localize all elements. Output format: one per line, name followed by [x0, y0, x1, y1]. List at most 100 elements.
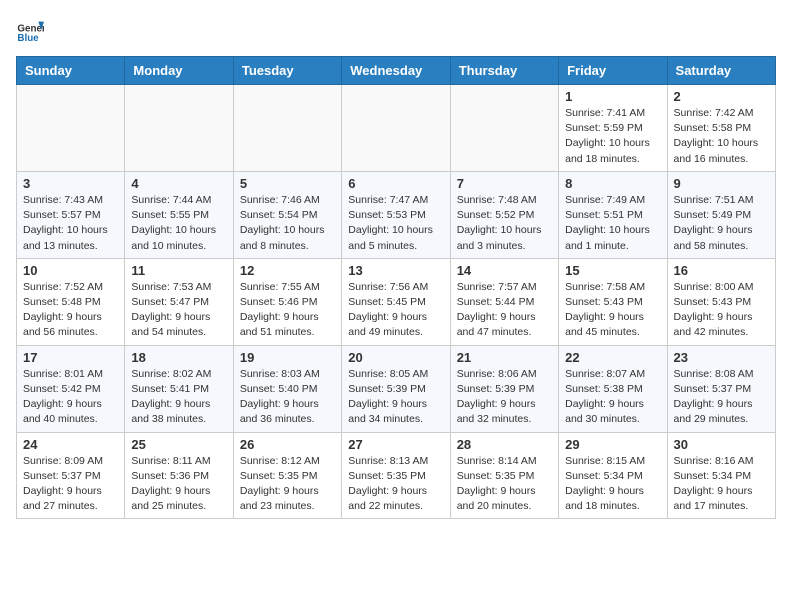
day-info: Sunrise: 8:16 AM Sunset: 5:34 PM Dayligh…	[674, 454, 769, 515]
calendar-week-2: 3 Sunrise: 7:43 AM Sunset: 5:57 PM Daylig…	[17, 171, 776, 258]
calendar-day: 10 Sunrise: 7:52 AM Sunset: 5:48 PM Dayli…	[17, 258, 125, 345]
calendar-day: 3 Sunrise: 7:43 AM Sunset: 5:57 PM Daylig…	[17, 171, 125, 258]
calendar-day: 12 Sunrise: 7:55 AM Sunset: 5:46 PM Dayli…	[233, 258, 341, 345]
calendar-day	[233, 85, 341, 172]
day-number: 25	[131, 437, 226, 452]
day-number: 20	[348, 350, 443, 365]
day-info: Sunrise: 7:52 AM Sunset: 5:48 PM Dayligh…	[23, 280, 118, 341]
day-info: Sunrise: 8:15 AM Sunset: 5:34 PM Dayligh…	[565, 454, 660, 515]
day-header-saturday: Saturday	[667, 57, 775, 85]
calendar-day: 29 Sunrise: 8:15 AM Sunset: 5:34 PM Dayli…	[559, 432, 667, 519]
day-number: 28	[457, 437, 552, 452]
day-number: 26	[240, 437, 335, 452]
logo: General Blue	[16, 16, 48, 44]
day-info: Sunrise: 7:43 AM Sunset: 5:57 PM Dayligh…	[23, 193, 118, 254]
calendar-week-5: 24 Sunrise: 8:09 AM Sunset: 5:37 PM Dayli…	[17, 432, 776, 519]
calendar-day: 14 Sunrise: 7:57 AM Sunset: 5:44 PM Dayli…	[450, 258, 558, 345]
calendar-week-3: 10 Sunrise: 7:52 AM Sunset: 5:48 PM Dayli…	[17, 258, 776, 345]
calendar-day: 19Sunrise: 8:03 AM Sunset: 5:40 PM Dayli…	[233, 345, 341, 432]
day-info: Sunrise: 7:44 AM Sunset: 5:55 PM Dayligh…	[131, 193, 226, 254]
day-info: Sunrise: 7:49 AM Sunset: 5:51 PM Dayligh…	[565, 193, 660, 254]
day-header-friday: Friday	[559, 57, 667, 85]
day-info: Sunrise: 7:41 AM Sunset: 5:59 PM Dayligh…	[565, 106, 660, 167]
day-number: 16	[674, 263, 769, 278]
day-info: Sunrise: 8:01 AM Sunset: 5:42 PM Dayligh…	[23, 367, 118, 428]
day-number: 8	[565, 176, 660, 191]
calendar-day: 7Sunrise: 7:48 AM Sunset: 5:52 PM Daylig…	[450, 171, 558, 258]
day-info: Sunrise: 8:08 AM Sunset: 5:37 PM Dayligh…	[674, 367, 769, 428]
day-header-wednesday: Wednesday	[342, 57, 450, 85]
day-info: Sunrise: 8:07 AM Sunset: 5:38 PM Dayligh…	[565, 367, 660, 428]
day-info: Sunrise: 7:53 AM Sunset: 5:47 PM Dayligh…	[131, 280, 226, 341]
day-header-tuesday: Tuesday	[233, 57, 341, 85]
day-info: Sunrise: 8:00 AM Sunset: 5:43 PM Dayligh…	[674, 280, 769, 341]
calendar-day: 1 Sunrise: 7:41 AM Sunset: 5:59 PM Daylig…	[559, 85, 667, 172]
day-number: 2	[674, 89, 769, 104]
day-header-thursday: Thursday	[450, 57, 558, 85]
day-info: Sunrise: 7:42 AM Sunset: 5:58 PM Dayligh…	[674, 106, 769, 167]
calendar-day: 11 Sunrise: 7:53 AM Sunset: 5:47 PM Dayli…	[125, 258, 233, 345]
calendar-day: 4 Sunrise: 7:44 AM Sunset: 5:55 PM Daylig…	[125, 171, 233, 258]
calendar-day: 27Sunrise: 8:13 AM Sunset: 5:35 PM Dayli…	[342, 432, 450, 519]
day-number: 12	[240, 263, 335, 278]
day-header-sunday: Sunday	[17, 57, 125, 85]
calendar-day: 28 Sunrise: 8:14 AM Sunset: 5:35 PM Dayli…	[450, 432, 558, 519]
calendar-day	[125, 85, 233, 172]
calendar-day: 25 Sunrise: 8:11 AM Sunset: 5:36 PM Dayli…	[125, 432, 233, 519]
day-info: Sunrise: 8:11 AM Sunset: 5:36 PM Dayligh…	[131, 454, 226, 515]
day-info: Sunrise: 8:05 AM Sunset: 5:39 PM Dayligh…	[348, 367, 443, 428]
day-number: 29	[565, 437, 660, 452]
calendar-day: 9 Sunrise: 7:51 AM Sunset: 5:49 PM Daylig…	[667, 171, 775, 258]
calendar-day: 16 Sunrise: 8:00 AM Sunset: 5:43 PM Dayli…	[667, 258, 775, 345]
day-info: Sunrise: 7:55 AM Sunset: 5:46 PM Dayligh…	[240, 280, 335, 341]
calendar-day: 24 Sunrise: 8:09 AM Sunset: 5:37 PM Dayli…	[17, 432, 125, 519]
day-info: Sunrise: 7:46 AM Sunset: 5:54 PM Dayligh…	[240, 193, 335, 254]
calendar-day: 6 Sunrise: 7:47 AM Sunset: 5:53 PM Daylig…	[342, 171, 450, 258]
calendar-day: 18 Sunrise: 8:02 AM Sunset: 5:41 PM Dayli…	[125, 345, 233, 432]
day-number: 18	[131, 350, 226, 365]
day-info: Sunrise: 8:02 AM Sunset: 5:41 PM Dayligh…	[131, 367, 226, 428]
calendar-day: 8 Sunrise: 7:49 AM Sunset: 5:51 PM Daylig…	[559, 171, 667, 258]
day-info: Sunrise: 7:51 AM Sunset: 5:49 PM Dayligh…	[674, 193, 769, 254]
day-number: 11	[131, 263, 226, 278]
day-info: Sunrise: 7:47 AM Sunset: 5:53 PM Dayligh…	[348, 193, 443, 254]
day-number: 14	[457, 263, 552, 278]
day-info: Sunrise: 8:03 AM Sunset: 5:40 PM Dayligh…	[240, 367, 335, 428]
day-number: 30	[674, 437, 769, 452]
calendar-week-4: 17Sunrise: 8:01 AM Sunset: 5:42 PM Dayli…	[17, 345, 776, 432]
day-number: 23	[674, 350, 769, 365]
calendar-day: 26 Sunrise: 8:12 AM Sunset: 5:35 PM Dayli…	[233, 432, 341, 519]
day-info: Sunrise: 8:09 AM Sunset: 5:37 PM Dayligh…	[23, 454, 118, 515]
day-number: 3	[23, 176, 118, 191]
day-number: 1	[565, 89, 660, 104]
calendar-day	[450, 85, 558, 172]
day-number: 7	[457, 176, 552, 191]
day-number: 15	[565, 263, 660, 278]
day-info: Sunrise: 7:58 AM Sunset: 5:43 PM Dayligh…	[565, 280, 660, 341]
calendar-day: 17Sunrise: 8:01 AM Sunset: 5:42 PM Dayli…	[17, 345, 125, 432]
day-number: 22	[565, 350, 660, 365]
calendar-week-1: 1 Sunrise: 7:41 AM Sunset: 5:59 PM Daylig…	[17, 85, 776, 172]
day-number: 13	[348, 263, 443, 278]
logo-icon: General Blue	[16, 16, 44, 44]
calendar-table: SundayMondayTuesdayWednesdayThursdayFrid…	[16, 56, 776, 519]
day-info: Sunrise: 8:12 AM Sunset: 5:35 PM Dayligh…	[240, 454, 335, 515]
day-info: Sunrise: 8:06 AM Sunset: 5:39 PM Dayligh…	[457, 367, 552, 428]
day-number: 4	[131, 176, 226, 191]
calendar-day	[17, 85, 125, 172]
calendar-day: 22 Sunrise: 8:07 AM Sunset: 5:38 PM Dayli…	[559, 345, 667, 432]
day-number: 27	[348, 437, 443, 452]
day-number: 24	[23, 437, 118, 452]
day-info: Sunrise: 7:57 AM Sunset: 5:44 PM Dayligh…	[457, 280, 552, 341]
day-info: Sunrise: 8:14 AM Sunset: 5:35 PM Dayligh…	[457, 454, 552, 515]
day-number: 10	[23, 263, 118, 278]
day-number: 5	[240, 176, 335, 191]
day-info: Sunrise: 7:56 AM Sunset: 5:45 PM Dayligh…	[348, 280, 443, 341]
page-header: General Blue	[16, 16, 776, 44]
day-number: 21	[457, 350, 552, 365]
calendar-day: 30 Sunrise: 8:16 AM Sunset: 5:34 PM Dayli…	[667, 432, 775, 519]
calendar-day: 21 Sunrise: 8:06 AM Sunset: 5:39 PM Dayli…	[450, 345, 558, 432]
calendar-day: 15 Sunrise: 7:58 AM Sunset: 5:43 PM Dayli…	[559, 258, 667, 345]
day-number: 9	[674, 176, 769, 191]
day-number: 6	[348, 176, 443, 191]
